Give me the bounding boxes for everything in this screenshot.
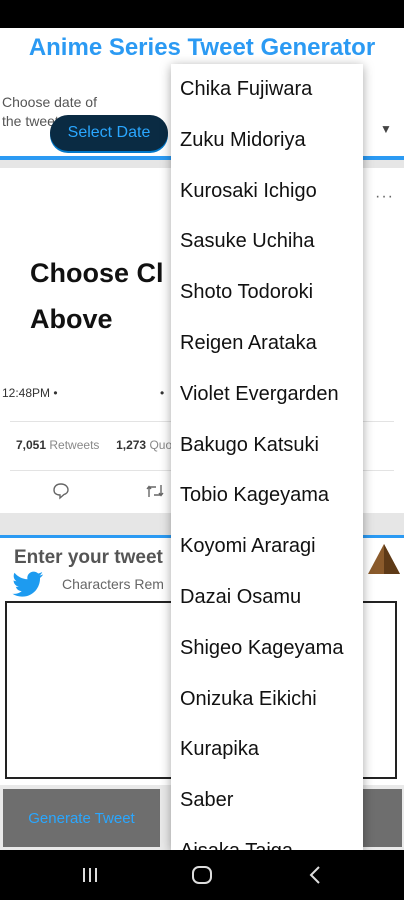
dropdown-item[interactable]: Zuku Midoriya	[180, 129, 306, 152]
more-dots-icon[interactable]: ···	[375, 188, 394, 206]
reply-icon[interactable]	[52, 482, 70, 500]
dropdown-item[interactable]: Dazai Osamu	[180, 586, 301, 609]
dropdown-item[interactable]: Reigen Arataka	[180, 332, 317, 355]
character-dropdown: Chika Fujiwara Zuku Midoriya Kurosaki Ichi…	[171, 64, 363, 850]
dropdown-item[interactable]: Shigeo Kageyama	[180, 637, 343, 660]
dropdown-item[interactable]: Sasuke Uchiha	[180, 230, 315, 253]
twitter-bird-icon	[12, 571, 44, 597]
tweet-separator: •	[160, 386, 165, 400]
dropdown-item[interactable]: Chika Fujiwara	[180, 78, 312, 101]
home-icon[interactable]	[190, 862, 214, 888]
tweet-time: 12:48PM •	[2, 386, 58, 400]
caret-down-icon[interactable]: ▼	[380, 122, 392, 136]
dropdown-item[interactable]: Kurapika	[180, 738, 259, 761]
select-date-button[interactable]: Select Date	[50, 115, 168, 151]
tweet-stats: 7,051 Retweets 1,273 Quote	[16, 438, 182, 452]
quotes-count: 1,273	[116, 438, 147, 452]
dropdown-item[interactable]: Onizuka Eikichi	[180, 688, 317, 711]
app-title: Anime Series Tweet Generator	[28, 34, 376, 61]
dropdown-item[interactable]: Tobio Kageyama	[180, 484, 329, 507]
generate-tweet-button[interactable]: Generate Tweet	[3, 789, 160, 847]
tweet-text: Choose Cl Above	[30, 258, 164, 334]
dropdown-item[interactable]: Kurosaki Ichigo	[180, 180, 317, 203]
enter-tweet-label: Enter your tweet	[14, 547, 163, 568]
back-icon[interactable]	[306, 862, 324, 888]
secondary-action-button[interactable]	[362, 789, 402, 847]
characters-remaining-label: Characters Rem	[62, 576, 164, 592]
dropdown-item[interactable]: Violet Evergarden	[180, 383, 339, 406]
dropdown-item[interactable]: Saber	[180, 789, 233, 812]
status-bar	[0, 0, 404, 28]
retweet-icon[interactable]	[145, 482, 165, 500]
triangle-icon[interactable]	[366, 542, 402, 576]
dropdown-item[interactable]: Koyomi Araragi	[180, 535, 316, 558]
retweets-label: Retweets	[49, 438, 100, 452]
recents-icon[interactable]	[80, 862, 100, 888]
retweets-count: 7,051	[16, 438, 47, 452]
dropdown-item[interactable]: Shoto Todoroki	[180, 281, 313, 304]
dropdown-item[interactable]: Aisaka Taiga	[180, 840, 293, 850]
dropdown-item[interactable]: Bakugo Katsuki	[180, 434, 319, 457]
